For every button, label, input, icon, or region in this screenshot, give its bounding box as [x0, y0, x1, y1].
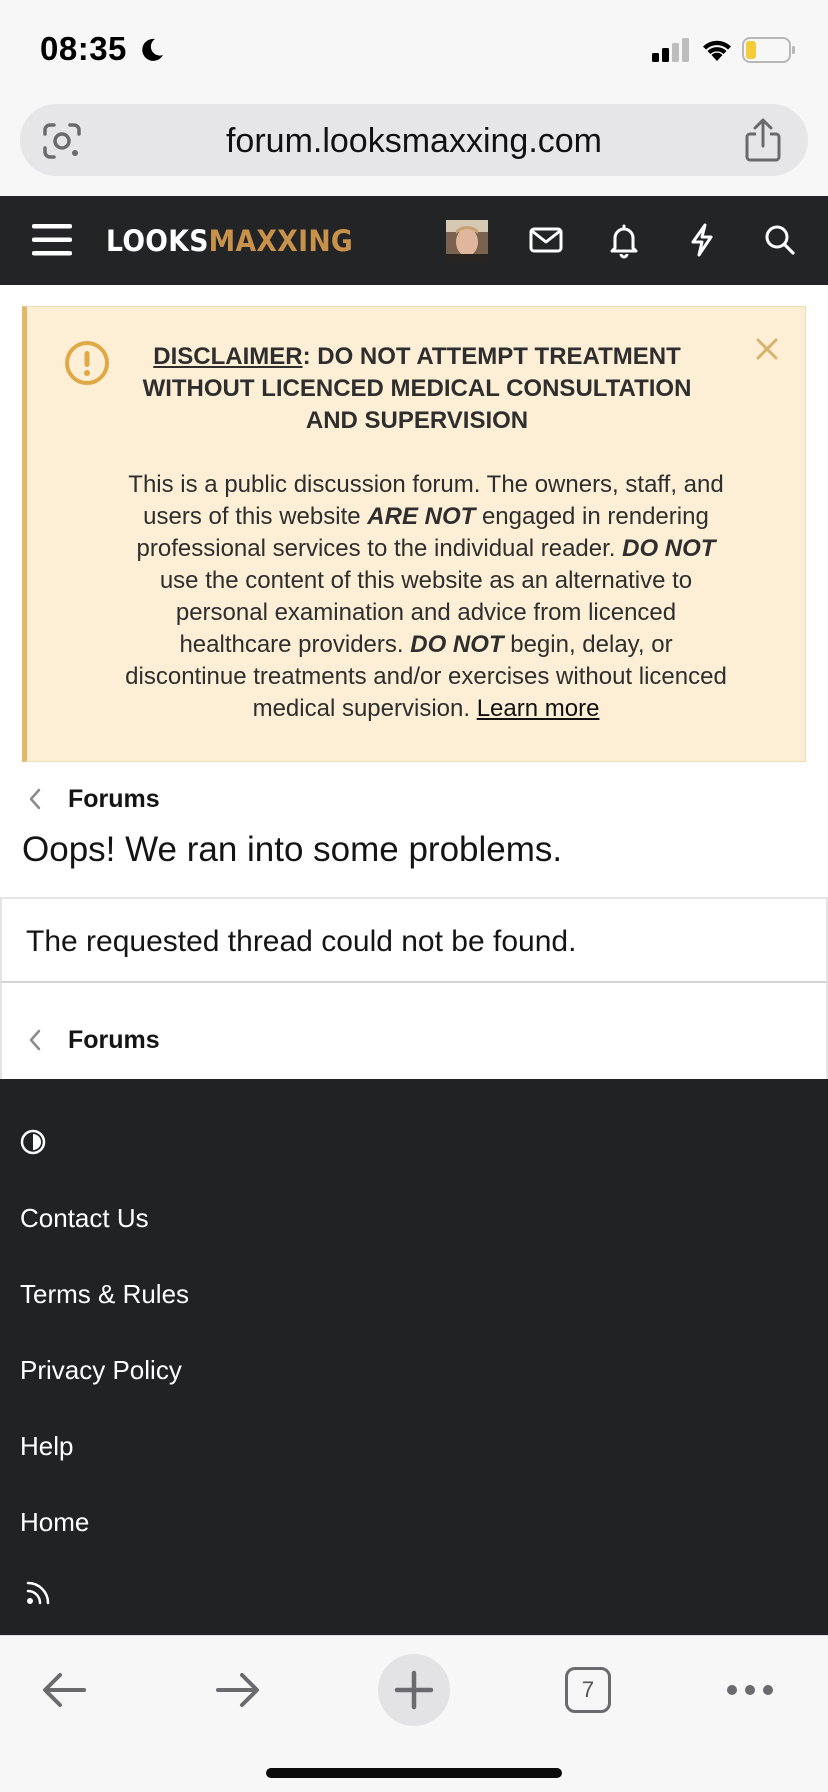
back-button[interactable]: [28, 1654, 100, 1726]
lightning-icon[interactable]: [682, 220, 722, 260]
more-options-button[interactable]: [714, 1654, 786, 1726]
disclaimer-emphasis: DO NOT: [410, 631, 504, 658]
disclaimer-notice: DISCLAIMER: DO NOT ATTEMPT TREATMENT WIT…: [22, 306, 806, 762]
tab-switcher-button[interactable]: 7: [552, 1654, 624, 1726]
site-footer: Contact Us Terms & Rules Privacy Policy …: [0, 1079, 828, 1635]
address-bar-area: forum.looksmaxxing.com: [0, 100, 828, 196]
disclaimer-body: This is a public discussion forum. The o…: [119, 469, 733, 725]
breadcrumb-forums-link[interactable]: Forums: [68, 1026, 160, 1055]
moon-icon: [142, 38, 163, 61]
envelope-icon[interactable]: [526, 220, 566, 260]
address-bar[interactable]: forum.looksmaxxing.com: [20, 104, 808, 176]
rss-icon[interactable]: [24, 1579, 52, 1607]
status-bar: 08:35: [0, 0, 828, 100]
search-icon[interactable]: [760, 220, 800, 260]
breadcrumb-bottom[interactable]: Forums: [26, 1020, 160, 1060]
new-tab-button[interactable]: [378, 1654, 450, 1726]
plus-icon: [394, 1670, 434, 1710]
style-variation-icon[interactable]: [20, 1129, 46, 1155]
status-time: 08:35: [40, 30, 127, 67]
close-icon[interactable]: [755, 337, 779, 361]
forward-button[interactable]: [202, 1654, 274, 1726]
chevron-left-icon: [29, 1029, 41, 1051]
breadcrumb-top[interactable]: Forums: [26, 779, 160, 819]
page-title: Oops! We ran into some problems.: [22, 830, 563, 869]
bell-icon[interactable]: [604, 220, 644, 260]
avatar[interactable]: [446, 220, 488, 262]
error-message: The requested thread could not be found.: [26, 925, 577, 958]
disclaimer-title: DISCLAIMER: DO NOT ATTEMPT TREATMENT WIT…: [117, 341, 717, 437]
logo-text-primary: LOOKS: [106, 224, 209, 258]
disclaimer-emphasis: DO NOT: [622, 535, 716, 562]
site-header: LOOKSMAXXING: [0, 196, 828, 285]
logo-text-accent: MAXXING: [208, 224, 354, 258]
url-text[interactable]: forum.looksmaxxing.com: [20, 122, 808, 161]
browser-toolbar: 7: [0, 1635, 828, 1792]
site-logo[interactable]: LOOKSMAXXING: [106, 224, 353, 258]
arrow-left-icon: [43, 1673, 86, 1707]
footer-link-contact-us[interactable]: Contact Us: [20, 1203, 149, 1234]
arrow-right-icon: [216, 1673, 259, 1707]
home-indicator: [266, 1768, 562, 1778]
footer-link-help[interactable]: Help: [20, 1431, 73, 1462]
wifi-icon: [703, 40, 731, 61]
disclaimer-emphasis: ARE NOT: [367, 503, 476, 530]
cellular-signal-icon: [652, 38, 689, 62]
share-icon[interactable]: [744, 118, 782, 162]
exclamation-circle-icon: [65, 341, 109, 385]
ellipsis-icon: [727, 1685, 773, 1695]
error-message-block: The requested thread could not be found.: [0, 897, 828, 983]
battery-icon: [742, 37, 795, 63]
tab-count: 7: [565, 1667, 611, 1713]
disclaimer-label: DISCLAIMER: [153, 343, 303, 370]
footer-link-home[interactable]: Home: [20, 1507, 89, 1538]
hamburger-menu-icon[interactable]: [32, 222, 74, 258]
footer-link-terms-rules[interactable]: Terms & Rules: [20, 1279, 189, 1310]
breadcrumb-forums-link[interactable]: Forums: [68, 785, 160, 814]
footer-link-privacy-policy[interactable]: Privacy Policy: [20, 1355, 182, 1386]
learn-more-link[interactable]: Learn more: [477, 695, 600, 722]
avatar-image: [446, 220, 488, 262]
chevron-left-icon: [29, 788, 41, 810]
